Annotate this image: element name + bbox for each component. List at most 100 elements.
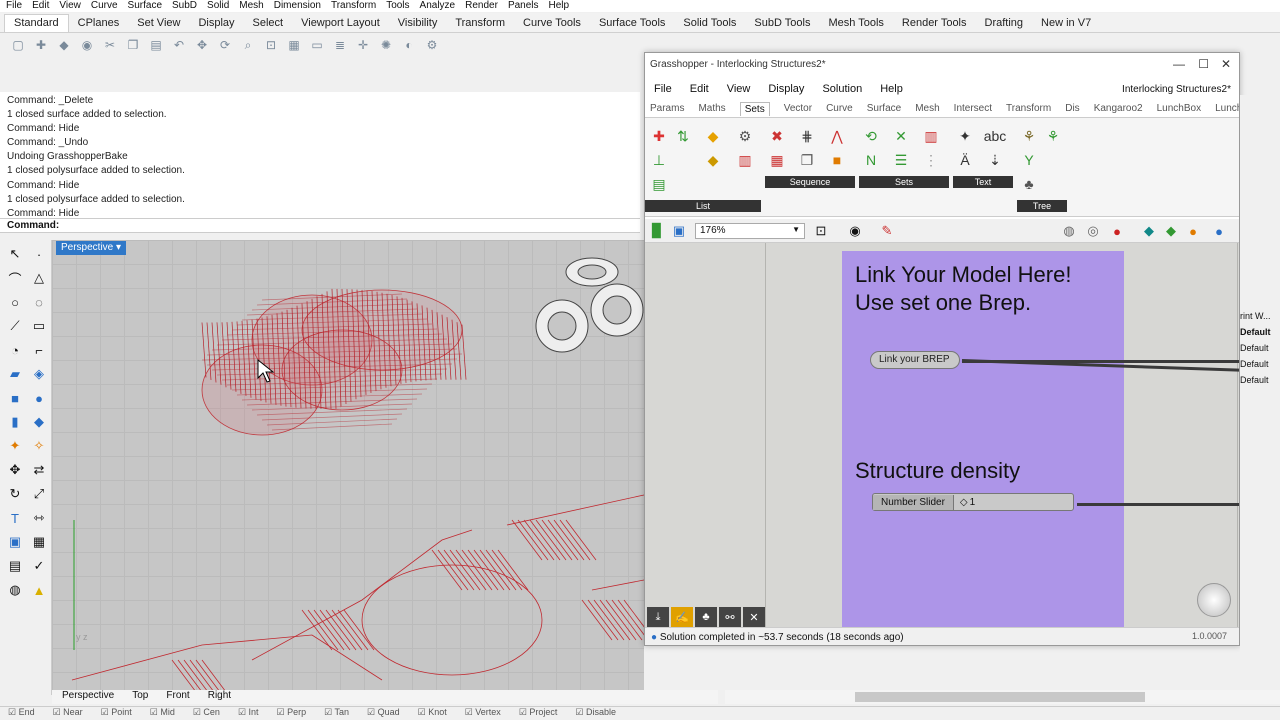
osnap-mid[interactable]: ☑ Mid bbox=[150, 707, 175, 720]
graft-tree-icon[interactable]: ⚘ bbox=[1043, 126, 1063, 146]
key-value-icon[interactable]: ⋮ bbox=[921, 150, 941, 170]
tab-drafting[interactable]: Drafting bbox=[976, 15, 1033, 32]
gh-menu-item-file[interactable]: File bbox=[654, 83, 672, 95]
split-tool-icon[interactable]: ✧ bbox=[29, 436, 49, 456]
menu-item-analyze[interactable]: Analyze bbox=[420, 0, 456, 12]
set-intersection-icon[interactable]: ▥ bbox=[921, 126, 941, 146]
tab-transform[interactable]: Transform bbox=[446, 15, 514, 32]
download-icon[interactable]: ⤓ bbox=[647, 607, 669, 627]
surface-tool-icon[interactable]: ▰ bbox=[5, 364, 25, 384]
tab-mesh-tools[interactable]: Mesh Tools bbox=[819, 15, 892, 32]
gh-category-sets[interactable]: Sets bbox=[739, 101, 770, 116]
curve-tool-icon[interactable]: ⌒ bbox=[5, 268, 25, 288]
tab-new-in-v7[interactable]: New in V7 bbox=[1032, 15, 1100, 32]
brep-param[interactable]: Link your BREP bbox=[870, 351, 960, 369]
globe-icon[interactable]: ● bbox=[1183, 221, 1203, 241]
menu-item-subd[interactable]: SubD bbox=[172, 0, 197, 12]
gh-menu-item-display[interactable]: Display bbox=[768, 83, 804, 95]
zoom-dropdown[interactable]: 176% ▼ bbox=[695, 223, 805, 239]
menu-item-edit[interactable]: Edit bbox=[32, 0, 49, 12]
copy-tool-icon[interactable]: ⇄ bbox=[29, 460, 49, 480]
text-join-icon[interactable]: Ä bbox=[955, 150, 975, 170]
jitter-icon[interactable]: ■ bbox=[827, 150, 847, 170]
osnap-cen[interactable]: ☑ Cen bbox=[193, 707, 220, 720]
gh-category-vector[interactable]: Vector bbox=[784, 103, 812, 114]
repeat-icon[interactable]: ▦ bbox=[767, 150, 787, 170]
sketch-icon[interactable]: ✎ bbox=[877, 221, 897, 241]
save-icon[interactable]: ◆ bbox=[54, 36, 74, 54]
minimize-icon[interactable]: — bbox=[1173, 57, 1185, 71]
offset-tool-icon[interactable]: ◔ bbox=[5, 340, 25, 360]
maximize-icon[interactable]: ☐ bbox=[1198, 57, 1209, 71]
render-icon[interactable]: ◐ bbox=[399, 36, 419, 54]
dispatch-icon[interactable]: ⚙ bbox=[735, 126, 755, 146]
pan-icon[interactable]: ✥ bbox=[192, 36, 212, 54]
save-file-icon[interactable]: ▣ bbox=[669, 221, 689, 241]
properties-icon[interactable]: ⚙ bbox=[422, 36, 442, 54]
viewport-tab-top[interactable]: Top bbox=[132, 690, 148, 704]
polyline-tool-icon[interactable]: △ bbox=[29, 268, 49, 288]
osnap-tan[interactable]: ☑ Tan bbox=[324, 707, 349, 720]
cylinder-tool-icon[interactable]: ▮ bbox=[5, 412, 25, 432]
viewport-tab-right[interactable]: Right bbox=[208, 690, 231, 704]
sketch-tool-icon[interactable]: ✍ bbox=[671, 607, 693, 627]
grid-tool-icon[interactable]: ▦ bbox=[29, 532, 49, 552]
circle-tool-icon[interactable]: ○ bbox=[5, 292, 25, 312]
rotate-icon[interactable]: ⟳ bbox=[215, 36, 235, 54]
tab-viewport-layout[interactable]: Viewport Layout bbox=[292, 15, 389, 32]
menu-item-surface[interactable]: Surface bbox=[128, 0, 162, 12]
list-item-icon[interactable]: ✚ bbox=[649, 126, 669, 146]
gh-menu-item-view[interactable]: View bbox=[727, 83, 751, 95]
series-icon[interactable]: ✖ bbox=[767, 126, 787, 146]
search-icon[interactable]: ● bbox=[1209, 221, 1229, 241]
split-list-icon[interactable]: ▥ bbox=[735, 150, 755, 170]
menu-item-dimension[interactable]: Dimension bbox=[274, 0, 321, 12]
box-tool-icon[interactable]: ■ bbox=[5, 388, 25, 408]
tab-subd-tools[interactable]: SubD Tools bbox=[745, 15, 819, 32]
set-majority-icon[interactable]: N bbox=[861, 150, 881, 170]
shaded-preview-icon[interactable]: ● bbox=[1107, 221, 1127, 241]
gh-category-mesh[interactable]: Mesh bbox=[915, 103, 939, 114]
print-icon[interactable]: ◉ bbox=[77, 36, 97, 54]
rotate-tool-icon[interactable]: ↻ bbox=[5, 484, 25, 504]
osnap-vertex[interactable]: ☑ Vertex bbox=[465, 707, 501, 720]
zoom-extents-icon[interactable]: ⊡ bbox=[261, 36, 281, 54]
arc-tool-icon[interactable]: ◌ bbox=[29, 292, 49, 312]
menu-item-tools[interactable]: Tools bbox=[386, 0, 409, 12]
osnap-perp[interactable]: ☑ Perp bbox=[277, 707, 307, 720]
dimension-tool-icon[interactable]: ⇿ bbox=[29, 508, 49, 528]
tab-surface-tools[interactable]: Surface Tools bbox=[590, 15, 674, 32]
viewport-tab-front[interactable]: Front bbox=[166, 690, 189, 704]
tab-set-view[interactable]: Set View bbox=[128, 15, 189, 32]
gh-category-curve[interactable]: Curve bbox=[826, 103, 853, 114]
gh-category-transform[interactable]: Transform bbox=[1006, 103, 1051, 114]
gh-category-maths[interactable]: Maths bbox=[698, 103, 725, 114]
zoom-extents-icon[interactable]: ⊡ bbox=[811, 221, 831, 241]
set-union-icon[interactable]: ⟲ bbox=[861, 126, 881, 146]
list-length-icon[interactable]: ⇅ bbox=[673, 126, 693, 146]
gh-menu-item-help[interactable]: Help bbox=[880, 83, 903, 95]
concatenate-icon[interactable]: ✦ bbox=[955, 126, 975, 146]
sphere-render-icon[interactable]: ◍ bbox=[5, 580, 25, 600]
preview-icon[interactable]: ◉ bbox=[845, 221, 865, 241]
osnap-project[interactable]: ☑ Project bbox=[519, 707, 558, 720]
gh-menu-item-edit[interactable]: Edit bbox=[690, 83, 709, 95]
osnap-int[interactable]: ☑ Int bbox=[238, 707, 259, 720]
open-file-icon[interactable]: ▉ bbox=[647, 221, 667, 241]
gh-category-kangaroo2[interactable]: Kangaroo2 bbox=[1094, 103, 1143, 114]
grid-icon[interactable]: ▦ bbox=[284, 36, 304, 54]
tree-branch-icon[interactable]: ♣ bbox=[1019, 174, 1039, 194]
open-icon[interactable]: ✚ bbox=[31, 36, 51, 54]
menu-item-solid[interactable]: Solid bbox=[207, 0, 229, 12]
sort-list-icon[interactable]: ⊥ bbox=[649, 150, 669, 170]
gh-category-params[interactable]: Params bbox=[650, 103, 684, 114]
line-tool-icon[interactable]: ⟋ bbox=[5, 316, 25, 336]
light-icon[interactable]: ✺ bbox=[376, 36, 396, 54]
flatten-tree-icon[interactable]: ⚘ bbox=[1019, 126, 1039, 146]
member-index-icon[interactable]: ☰ bbox=[891, 150, 911, 170]
menu-item-panels[interactable]: Panels bbox=[508, 0, 539, 12]
bake-icon[interactable]: ◆ bbox=[1139, 221, 1159, 241]
navigation-widget[interactable] bbox=[1197, 583, 1231, 617]
plugin-icon[interactable]: ◆ bbox=[1161, 221, 1181, 241]
command-prompt[interactable]: Command: bbox=[0, 218, 640, 233]
